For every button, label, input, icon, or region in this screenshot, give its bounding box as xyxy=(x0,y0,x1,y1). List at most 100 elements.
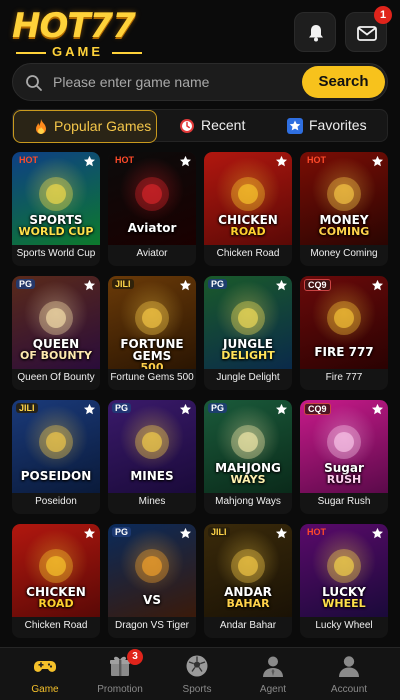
game-subtitle-line: BAHAR xyxy=(226,597,270,610)
game-emblem-icon xyxy=(39,301,73,335)
provider-tag: CQ9 xyxy=(304,279,331,291)
favorite-star-icon[interactable] xyxy=(275,279,288,297)
game-thumbnail[interactable]: SPORTS WORLD CUP HOT xyxy=(12,152,100,245)
favorite-star-icon[interactable] xyxy=(371,279,384,297)
favorite-star-icon[interactable] xyxy=(83,527,96,545)
game-card[interactable]: FORTUNE GEMS 500 JILI Fortune Gems 500 xyxy=(108,276,196,390)
game-artwork-title: SPORTS WORLD CUP xyxy=(12,214,100,238)
favorite-star-icon[interactable] xyxy=(179,527,192,545)
game-subtitle-line: ROAD xyxy=(38,597,74,610)
nav-game[interactable]: Game xyxy=(7,648,83,700)
search-button[interactable]: Search xyxy=(302,66,385,98)
clock-icon xyxy=(180,119,194,133)
game-name: Fire 777 xyxy=(325,372,363,383)
game-thumbnail[interactable]: FORTUNE GEMS 500 JILI xyxy=(108,276,196,369)
game-subtitle-line: WHEEL xyxy=(322,597,366,610)
favorite-star-icon[interactable] xyxy=(179,155,192,173)
game-artwork-title: FORTUNE GEMS 500 xyxy=(108,338,196,369)
game-thumbnail[interactable]: ANDAR BAHAR JILI xyxy=(204,524,292,617)
favorite-star-icon[interactable] xyxy=(179,403,192,421)
hot77-game-logo[interactable]: HOT77 GAME xyxy=(12,6,162,60)
game-thumbnail[interactable]: LUCKY WHEEL HOT xyxy=(300,524,388,617)
provider-tag: JILI xyxy=(208,527,230,537)
logo-divider-right xyxy=(112,52,142,54)
game-card[interactable]: JUNGLE DELIGHT PG Jungle Delight xyxy=(204,276,292,390)
game-card[interactable]: LUCKY WHEEL HOT Lucky Wheel xyxy=(300,524,388,638)
game-card[interactable]: FIRE 777 CQ9 Fire 777 xyxy=(300,276,388,390)
game-emblem-icon xyxy=(135,549,169,583)
favorite-star-icon[interactable] xyxy=(275,527,288,545)
game-card[interactable]: Sugar RUSH CQ9 Sugar Rush xyxy=(300,400,388,514)
game-emblem-icon xyxy=(231,177,265,211)
favorite-star-icon[interactable] xyxy=(275,403,288,421)
favorite-star-icon[interactable] xyxy=(179,279,192,297)
game-card[interactable]: CHICKEN ROAD Chicken Road xyxy=(12,524,100,638)
game-card[interactable]: QUEEN OF BOUNTY PG Queen Of Bounty xyxy=(12,276,100,390)
game-emblem-icon xyxy=(135,177,169,211)
game-title-line: MINES xyxy=(130,469,174,483)
game-card[interactable]: MONEY COMING HOT Money Coming xyxy=(300,152,388,266)
game-thumbnail[interactable]: MAHJONG WAYS PG xyxy=(204,400,292,493)
search-input[interactable] xyxy=(53,64,303,100)
nav-promotion[interactable]: Promotion xyxy=(82,648,158,700)
game-thumbnail[interactable]: VS PG xyxy=(108,524,196,617)
game-thumbnail[interactable]: POSEIDON JILI xyxy=(12,400,100,493)
game-subtitle-line: RUSH xyxy=(326,473,362,486)
nav-account[interactable]: Account xyxy=(311,648,387,700)
notifications-button[interactable] xyxy=(294,12,336,52)
logo-subtitle: GAME xyxy=(52,44,103,59)
tab-favorites-label: Favorites xyxy=(309,117,367,133)
logo-wordmark: HOT77 xyxy=(12,6,136,46)
promotion-badge: 3 xyxy=(127,649,143,665)
favorite-star-icon[interactable] xyxy=(371,155,384,173)
game-emblem-icon xyxy=(39,177,73,211)
game-thumbnail[interactable]: QUEEN OF BOUNTY PG xyxy=(12,276,100,369)
nav-agent-label: Agent xyxy=(259,684,287,695)
provider-tag: HOT xyxy=(307,527,326,537)
game-card[interactable]: SPORTS WORLD CUP HOT Sports World Cup xyxy=(12,152,100,266)
game-card[interactable]: CHICKEN ROAD Chicken Road xyxy=(204,152,292,266)
game-thumbnail[interactable]: FIRE 777 CQ9 xyxy=(300,276,388,369)
game-thumbnail[interactable]: MINES PG xyxy=(108,400,196,493)
game-card[interactable]: Aviator HOT Aviator xyxy=(108,152,196,266)
game-artwork-title: POSEIDON xyxy=(12,470,100,482)
game-card[interactable]: POSEIDON JILI Poseidon xyxy=(12,400,100,514)
provider-tag: PG xyxy=(208,279,228,289)
favorite-star-icon[interactable] xyxy=(83,155,96,173)
logo-divider-left xyxy=(16,52,46,54)
soccer-ball-icon xyxy=(186,655,208,677)
nav-agent[interactable]: Agent xyxy=(235,648,311,700)
game-name: Fortune Gems 500 xyxy=(110,372,194,383)
favorite-star-icon[interactable] xyxy=(371,527,384,545)
game-emblem-icon xyxy=(39,425,73,459)
tab-favorites[interactable]: Favorites xyxy=(285,110,385,143)
game-name: Poseidon xyxy=(35,496,77,507)
game-name: Queen Of Bounty xyxy=(17,372,95,383)
game-thumbnail[interactable]: MONEY COMING HOT xyxy=(300,152,388,245)
game-thumbnail[interactable]: CHICKEN ROAD xyxy=(204,152,292,245)
game-card[interactable]: MAHJONG WAYS PG Mahjong Ways xyxy=(204,400,292,514)
game-emblem-icon xyxy=(135,425,169,459)
provider-tag: HOT xyxy=(307,155,326,165)
nav-sports[interactable]: Sports xyxy=(159,648,235,700)
game-thumbnail[interactable]: Aviator HOT xyxy=(108,152,196,245)
favorite-star-icon[interactable] xyxy=(83,403,96,421)
game-card[interactable]: VS PG Dragon VS Tiger xyxy=(108,524,196,638)
game-thumbnail[interactable]: Sugar RUSH CQ9 xyxy=(300,400,388,493)
favorite-star-icon[interactable] xyxy=(83,279,96,297)
game-name: Sugar Rush xyxy=(317,496,371,507)
tab-popular-games-label: Popular Games xyxy=(54,118,152,134)
tab-recent[interactable]: Recent xyxy=(173,110,263,143)
tab-popular-games[interactable]: Popular Games xyxy=(13,110,157,143)
favorite-star-icon[interactable] xyxy=(275,155,288,173)
game-card[interactable]: MINES PG Mines xyxy=(108,400,196,514)
game-thumbnail[interactable]: JUNGLE DELIGHT PG xyxy=(204,276,292,369)
game-artwork-title: LUCKY WHEEL xyxy=(300,586,388,610)
game-name: Andar Bahar xyxy=(219,620,277,631)
game-name: Lucky Wheel xyxy=(315,620,373,631)
game-card[interactable]: ANDAR BAHAR JILI Andar Bahar xyxy=(204,524,292,638)
game-thumbnail[interactable]: CHICKEN ROAD xyxy=(12,524,100,617)
game-subtitle-line: COMING xyxy=(318,225,370,238)
favorite-star-icon[interactable] xyxy=(371,403,384,421)
account-icon xyxy=(339,656,359,677)
